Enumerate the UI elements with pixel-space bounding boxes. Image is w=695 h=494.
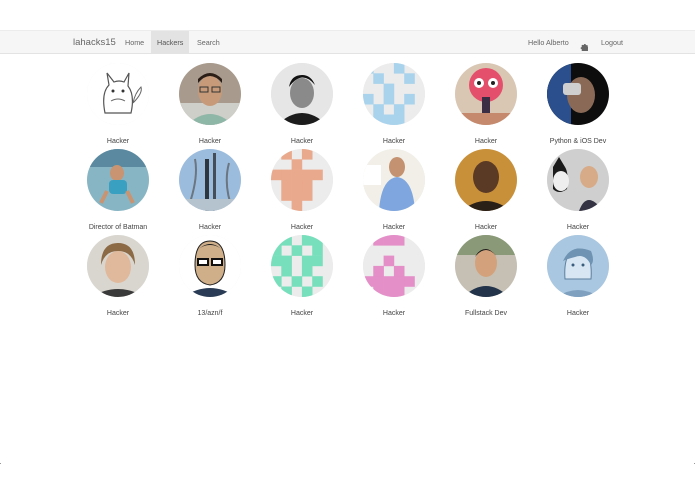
hacker-card[interactable]: Hacker xyxy=(72,235,164,317)
hacker-caption: Hacker xyxy=(290,310,314,317)
hacker-caption: Hacker xyxy=(106,310,130,317)
hacker-card[interactable]: Hacker xyxy=(256,149,348,231)
hacker-card[interactable]: Hacker xyxy=(164,63,256,145)
greeting[interactable]: Hello Alberto xyxy=(528,31,569,54)
hacker-caption: Hacker xyxy=(382,310,406,317)
avatar[interactable] xyxy=(87,63,149,125)
hacker-caption: Hacker xyxy=(566,310,590,317)
hacker-card[interactable]: Hacker xyxy=(440,149,532,231)
hacker-card[interactable]: Hacker xyxy=(440,63,532,145)
hacker-card[interactable]: 13/azn/f xyxy=(164,235,256,317)
hacker-caption: Hacker xyxy=(106,138,130,145)
hacker-card[interactable]: Hacker xyxy=(164,149,256,231)
hacker-caption: Hacker xyxy=(290,224,314,231)
navbar: lahacks15 Home Hackers Search Hello Albe… xyxy=(0,30,695,54)
nav-home[interactable]: Home xyxy=(119,31,150,54)
hacker-card[interactable]: Hacker xyxy=(348,235,440,317)
hacker-card[interactable]: Hacker xyxy=(348,149,440,231)
corner-mark xyxy=(0,463,1,464)
hacker-card[interactable]: Python & iOS Dev xyxy=(532,63,624,145)
nav-search[interactable]: Search xyxy=(191,31,226,54)
hacker-caption: Hacker xyxy=(382,138,406,145)
avatar[interactable] xyxy=(87,235,149,297)
hacker-caption: Hacker xyxy=(198,138,222,145)
avatar[interactable] xyxy=(455,149,517,211)
avatar[interactable] xyxy=(455,235,517,297)
hacker-caption: Hacker xyxy=(474,224,498,231)
avatar[interactable] xyxy=(547,235,609,297)
avatar[interactable] xyxy=(271,235,333,297)
hacker-caption: Director of Batman xyxy=(88,224,148,231)
hacker-caption: Hacker xyxy=(290,138,314,145)
hacker-caption: Hacker xyxy=(474,138,498,145)
gear-icon[interactable] xyxy=(580,38,589,53)
avatar[interactable] xyxy=(363,149,425,211)
hacker-caption: Fullstack Dev xyxy=(464,310,507,317)
hacker-card[interactable]: Hacker xyxy=(532,149,624,231)
hacker-card[interactable]: Hacker xyxy=(256,235,348,317)
logout-link[interactable]: Logout xyxy=(601,31,623,54)
avatar[interactable] xyxy=(179,63,241,125)
hacker-card[interactable]: Director of Batman xyxy=(72,149,164,231)
hacker-card[interactable]: Fullstack Dev xyxy=(440,235,532,317)
hacker-caption: Hacker xyxy=(198,224,222,231)
avatar[interactable] xyxy=(455,63,517,125)
hacker-caption: 13/azn/f xyxy=(197,310,223,317)
hacker-card[interactable]: Hacker xyxy=(532,235,624,317)
hacker-caption: Hacker xyxy=(566,224,590,231)
hacker-card[interactable]: Hacker xyxy=(348,63,440,145)
avatar[interactable] xyxy=(87,149,149,211)
avatar[interactable] xyxy=(363,63,425,125)
avatar[interactable] xyxy=(271,149,333,211)
avatar[interactable] xyxy=(547,149,609,211)
avatar[interactable] xyxy=(179,235,241,297)
nav-hackers[interactable]: Hackers xyxy=(151,31,190,54)
avatar[interactable] xyxy=(363,235,425,297)
avatar[interactable] xyxy=(179,149,241,211)
avatar[interactable] xyxy=(547,63,609,125)
hacker-caption: Python & iOS Dev xyxy=(549,138,607,145)
avatar[interactable] xyxy=(271,63,333,125)
hacker-caption: Hacker xyxy=(382,224,406,231)
hacker-card[interactable]: Hacker xyxy=(72,63,164,145)
hacker-card[interactable]: Hacker xyxy=(256,63,348,145)
brand[interactable]: lahacks15 xyxy=(73,31,116,55)
